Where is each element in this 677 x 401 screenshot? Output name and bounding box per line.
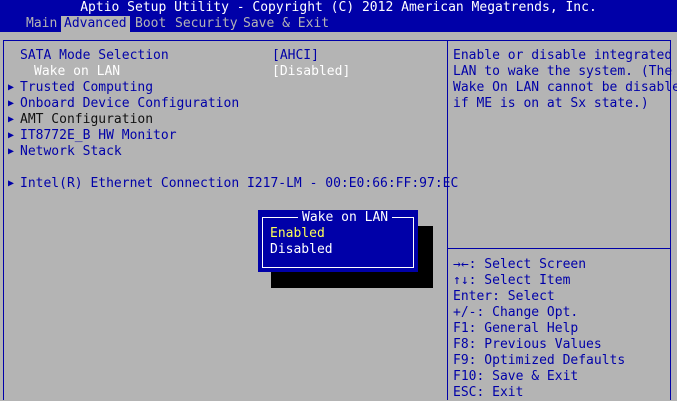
- key-hint: F9: Optimized Defaults: [453, 353, 626, 368]
- key-hint: F1: General Help: [453, 321, 579, 336]
- help-text-line: LAN to wake the system. (The: [453, 64, 673, 79]
- help-text-line: if ME is on at Sx state.): [453, 96, 649, 111]
- wake-on-lan-popup: Wake on LAN Enabled Disabled: [258, 210, 418, 272]
- panel-divider: [447, 40, 448, 400]
- key-hint: F8: Previous Values: [453, 337, 602, 352]
- submenu-arrow-icon: ▶: [8, 114, 15, 125]
- submenu-arrow-icon: ▶: [8, 98, 15, 109]
- submenu-arrow-icon: ▶: [8, 146, 15, 157]
- key-hint: Enter: Select: [453, 289, 555, 304]
- tab-security[interactable]: Security: [172, 16, 241, 32]
- submenu-label: AMT Configuration: [20, 112, 154, 127]
- title-bar: Aptio Setup Utility - Copyright (C) 2012…: [0, 0, 677, 16]
- key-hint: ↑↓: Select Item: [453, 273, 571, 288]
- popup-title: Wake on LAN: [298, 210, 393, 226]
- help-text-line: Wake On LAN cannot be disabled: [453, 80, 677, 95]
- submenu-label: Intel(R) Ethernet Connection I217-LM - 0…: [20, 176, 459, 191]
- submenu-label: Trusted Computing: [20, 80, 154, 95]
- setting-value: [AHCI]: [272, 48, 319, 63]
- submenu-arrow-icon: ▶: [8, 178, 15, 189]
- menu-bar: Main Advanced Boot Security Save & Exit: [0, 16, 677, 32]
- tab-advanced[interactable]: Advanced: [61, 16, 130, 32]
- tab-save-exit[interactable]: Save & Exit: [240, 16, 332, 32]
- key-hint: →←: Select Screen: [453, 257, 587, 272]
- frame-left-border: [3, 40, 4, 400]
- popup-option-enabled[interactable]: Enabled: [270, 226, 325, 242]
- setting-label: Wake on LAN: [34, 64, 121, 79]
- help-divider: [447, 248, 670, 249]
- key-hint: ESC: Exit: [453, 385, 524, 400]
- frame-top-border: [3, 40, 671, 41]
- key-hint: F10: Save & Exit: [453, 369, 579, 384]
- submenu-label: Network Stack: [20, 144, 122, 159]
- submenu-arrow-icon: ▶: [8, 82, 15, 93]
- key-hint: +/-: Change Opt.: [453, 305, 579, 320]
- popup-option-disabled[interactable]: Disabled: [270, 242, 333, 258]
- setting-value: [Disabled]: [272, 64, 351, 79]
- help-text-line: Enable or disable integrated: [453, 48, 673, 63]
- submenu-label: IT8772E_B HW Monitor: [20, 128, 177, 143]
- submenu-label: Onboard Device Configuration: [20, 96, 240, 111]
- tab-boot[interactable]: Boot: [132, 16, 169, 32]
- app-title: Aptio Setup Utility - Copyright (C) 2012…: [80, 0, 597, 15]
- submenu-arrow-icon: ▶: [8, 130, 15, 141]
- setting-label: SATA Mode Selection: [20, 48, 169, 63]
- tab-main[interactable]: Main: [23, 16, 60, 32]
